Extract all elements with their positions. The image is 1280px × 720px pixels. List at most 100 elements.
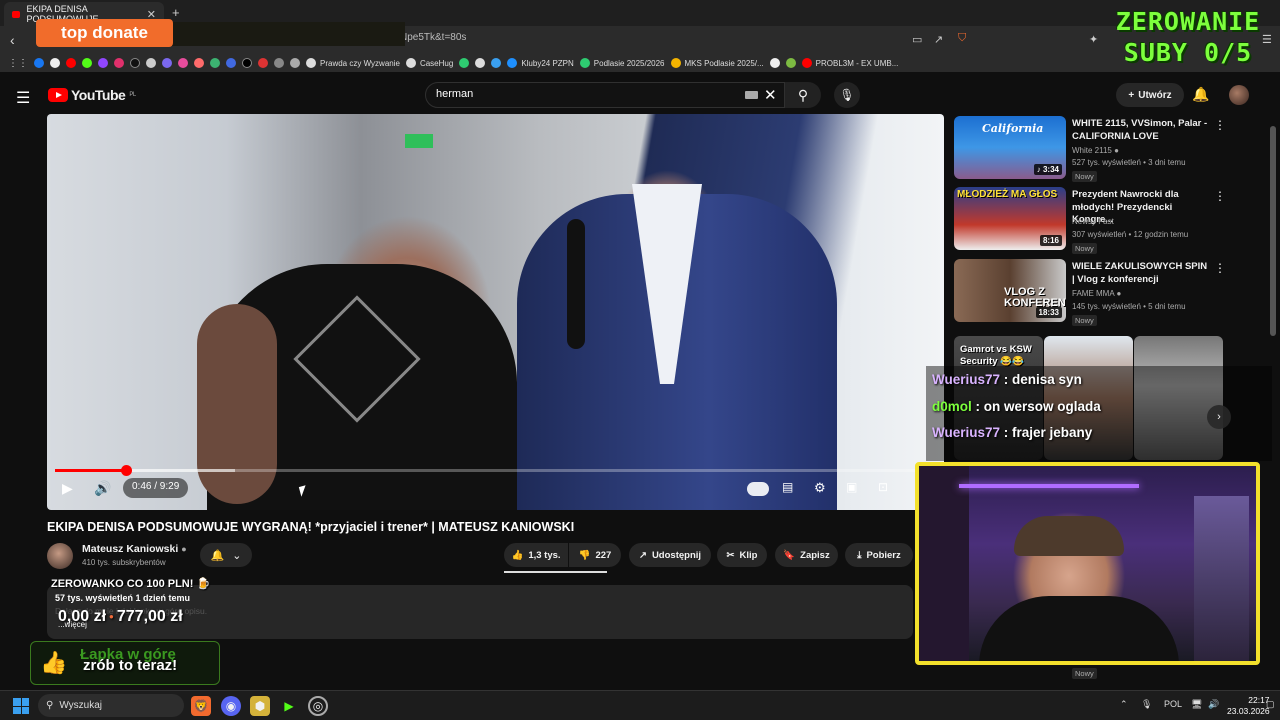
globe-icon bbox=[405, 58, 416, 68]
recommendation-thumbnail[interactable]: California ♪ 3:34 bbox=[954, 116, 1066, 179]
tray-chevron-up-icon[interactable]: ⌃ bbox=[1120, 699, 1128, 710]
video-duration: 18:33 bbox=[1035, 307, 1062, 318]
taskbar-clock[interactable]: 22:17 23.03.2026 bbox=[1227, 695, 1270, 717]
hamburger-menu-icon[interactable]: ☰ bbox=[16, 88, 30, 108]
download-button[interactable]: ⤓ Pobierz bbox=[845, 543, 913, 567]
kick-icon[interactable] bbox=[82, 58, 92, 68]
recommendation-thumbnail[interactable]: MŁODZIEŻ MA GŁOS 8:16 bbox=[954, 187, 1066, 250]
notifications-icon[interactable]: ▢ bbox=[1266, 699, 1275, 710]
windows-start-icon[interactable] bbox=[13, 698, 29, 714]
x-icon[interactable] bbox=[242, 58, 252, 68]
kick-app-icon[interactable]: ▶ bbox=[279, 696, 299, 716]
recommendation-item[interactable]: MŁODZIEŻ MA GŁOS 8:16 Prezydent Nawrocki… bbox=[954, 187, 1244, 254]
sidebar-scrollbar[interactable] bbox=[1270, 126, 1276, 336]
microphone-tray-icon[interactable]: 🎙 bbox=[1141, 699, 1152, 710]
google-icon[interactable] bbox=[50, 58, 60, 68]
progress-played bbox=[55, 469, 126, 472]
bookmark-icon[interactable] bbox=[162, 58, 172, 68]
instagram-icon[interactable] bbox=[114, 58, 124, 68]
autoplay-toggle[interactable] bbox=[747, 482, 769, 496]
language-indicator[interactable]: POL bbox=[1164, 699, 1182, 709]
channel-label: White 2115 bbox=[1072, 146, 1112, 155]
discord-icon[interactable]: ◉ bbox=[221, 696, 241, 716]
notifications-bell-icon[interactable]: 🔔 bbox=[1192, 86, 1209, 103]
channel-name[interactable]: Mateusz Kaniowski ● bbox=[82, 543, 187, 555]
twitch-icon[interactable] bbox=[98, 58, 108, 68]
like-button[interactable]: 👍 1,3 tys. bbox=[504, 543, 568, 567]
bookmark-icon[interactable] bbox=[258, 58, 268, 68]
recommendation-channel: White 2115 ● bbox=[1072, 146, 1119, 155]
bookmark-icon[interactable] bbox=[210, 58, 220, 68]
clip-button[interactable]: ✂ Klip bbox=[717, 543, 767, 567]
volume-icon[interactable]: 🔊 bbox=[94, 480, 111, 497]
speaker-icon[interactable]: 🔊 bbox=[1208, 699, 1219, 710]
bookmark-icon[interactable] bbox=[274, 58, 284, 68]
clock-time: 22:17 bbox=[1248, 695, 1270, 705]
brave-browser-icon[interactable]: 🦁 bbox=[191, 696, 211, 716]
dislike-button[interactable]: 👎 227 bbox=[569, 543, 621, 567]
youtube-icon[interactable] bbox=[66, 58, 76, 68]
bookmark-icon[interactable] bbox=[178, 58, 188, 68]
bookmark-icon[interactable] bbox=[491, 58, 502, 68]
new-tab-icon[interactable]: + bbox=[172, 5, 180, 20]
share-page-icon[interactable]: ↗ bbox=[934, 33, 943, 46]
tip-icon[interactable] bbox=[146, 58, 156, 68]
youtube-logo[interactable]: YouTube PL bbox=[48, 87, 136, 103]
cast-icon[interactable]: ▭ bbox=[912, 33, 922, 46]
search-button[interactable]: ⚲ bbox=[785, 82, 821, 108]
voice-search-button[interactable]: 🎙 bbox=[834, 82, 860, 108]
sheets-icon[interactable] bbox=[459, 58, 470, 68]
search-input[interactable]: herman bbox=[425, 82, 785, 108]
mail-icon[interactable] bbox=[194, 58, 204, 68]
create-button[interactable]: + Utwórz bbox=[1116, 83, 1184, 107]
bookmark-mks-podlasie[interactable]: MKS Podlasie 2025/... bbox=[670, 58, 764, 68]
url-text[interactable]: Npe5Tk&t=80s bbox=[400, 32, 466, 43]
save-button[interactable]: 🔖 Zapisz bbox=[775, 543, 838, 567]
more-options-icon[interactable]: ⋮ bbox=[1214, 189, 1226, 203]
clear-search-icon[interactable]: ✕ bbox=[764, 86, 777, 104]
miniplayer-icon[interactable]: ▣ bbox=[846, 480, 857, 494]
apps-grid-icon[interactable]: ⋮⋮ bbox=[8, 58, 28, 69]
more-options-icon[interactable]: ⋮ bbox=[1214, 261, 1226, 275]
extensions-icon[interactable]: ✦ bbox=[1089, 33, 1098, 46]
recommendation-item[interactable]: VLOG Z KONFERENCJI 18:33 WIELE ZAKULISOW… bbox=[954, 259, 1244, 326]
bookmark-casehug[interactable]: CaseHug bbox=[405, 58, 453, 68]
recommendation-thumbnail[interactable]: VLOG Z KONFERENCJI 18:33 bbox=[954, 259, 1066, 322]
shorts-next-button[interactable]: › bbox=[1207, 405, 1231, 429]
back-icon[interactable]: ‹ bbox=[10, 32, 15, 48]
taskbar-search[interactable]: ⚲ Wyszukaj bbox=[38, 694, 184, 717]
subtitles-icon[interactable]: ▤ bbox=[782, 480, 793, 494]
bookmark-icon[interactable] bbox=[226, 58, 236, 68]
play-icon[interactable]: ▶ bbox=[62, 480, 73, 497]
bookmark-kluby24[interactable]: Kluby24 PZPN bbox=[507, 58, 574, 68]
recommendation-item[interactable]: California ♪ 3:34 WHITE 2115, VVSimon, P… bbox=[954, 116, 1244, 182]
cast-icon[interactable]: ⊡ bbox=[878, 480, 888, 494]
bookmark-icon[interactable] bbox=[290, 58, 300, 68]
bookmark-probl3m[interactable]: PROBL3M - EX UMB... bbox=[801, 58, 898, 68]
globe-icon[interactable] bbox=[475, 58, 486, 68]
chat-message: Wuerius77 : frajer jebany bbox=[932, 425, 1092, 440]
brave-shield-icon[interactable]: ⛉ bbox=[958, 32, 966, 45]
video-person-left bbox=[197, 264, 517, 510]
bookmark-podlasie[interactable]: Podlasie 2025/2026 bbox=[579, 58, 665, 68]
bookmark-icon[interactable] bbox=[769, 58, 780, 68]
video-duration: 8:16 bbox=[1039, 235, 1062, 246]
account-avatar[interactable] bbox=[1229, 85, 1249, 105]
duration-value: 3:34 bbox=[1042, 165, 1059, 174]
settings-gear-icon[interactable]: ⚙ bbox=[814, 480, 826, 496]
network-icon[interactable]: 🖥 bbox=[1191, 699, 1202, 710]
video-player[interactable]: ▶ 🔊 0:46 / 9:29 ▤ ⚙ ▣ ⊡ bbox=[47, 114, 944, 510]
obs-icon[interactable]: ◎ bbox=[308, 696, 328, 716]
more-options-icon[interactable]: ⋮ bbox=[1214, 118, 1226, 132]
time-display: 0:46 / 9:29 bbox=[123, 478, 189, 498]
keyboard-icon[interactable] bbox=[745, 91, 758, 99]
bookmark-icon[interactable] bbox=[785, 58, 796, 68]
channel-avatar[interactable] bbox=[47, 543, 73, 569]
share-button[interactable]: ↗ Udostępnij bbox=[629, 543, 711, 567]
progress-scrubber[interactable] bbox=[121, 465, 132, 476]
facebook-icon[interactable] bbox=[34, 58, 44, 68]
subscribed-bell-button[interactable]: 🔔 ⌄ bbox=[200, 543, 252, 567]
app-shield-icon[interactable]: ⬢ bbox=[250, 696, 270, 716]
tiktok-icon[interactable] bbox=[130, 58, 140, 68]
bookmark-prawda[interactable]: Prawda czy Wyzwanie bbox=[306, 58, 400, 68]
